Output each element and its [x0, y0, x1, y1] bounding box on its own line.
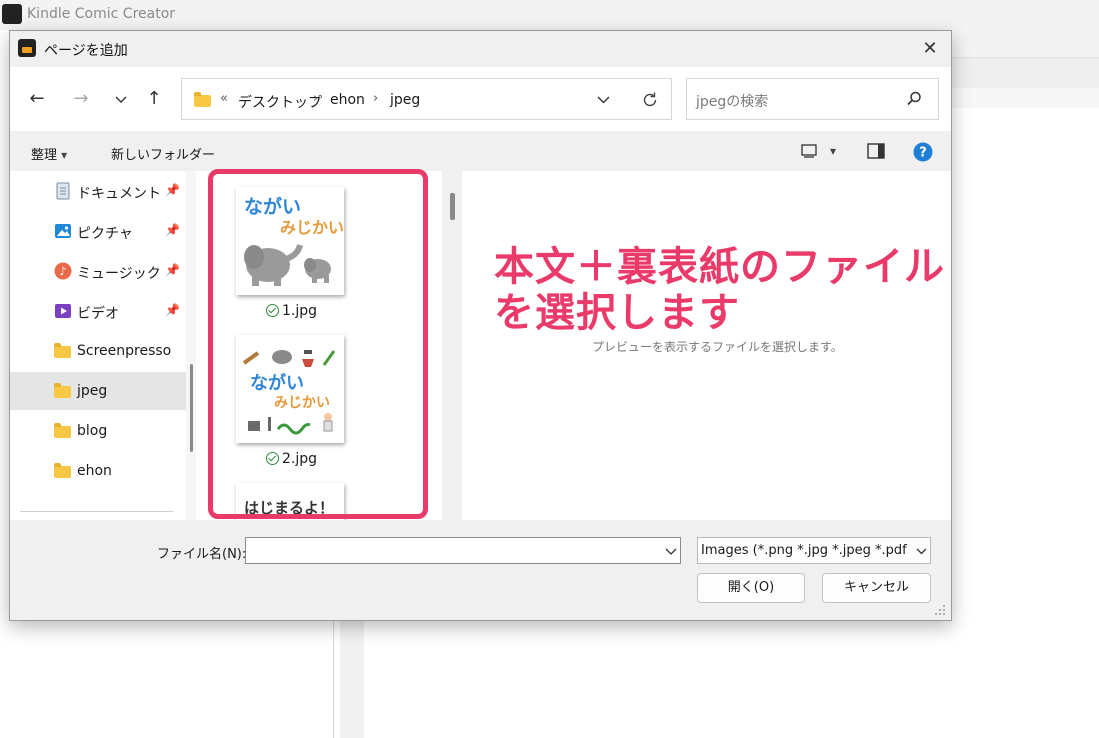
chevron-down-icon	[115, 96, 127, 103]
nav-item-pictures[interactable]: ピクチャ 📌	[10, 212, 186, 250]
pin-icon: 📌	[165, 223, 180, 237]
search-placeholder: jpegの検索	[696, 94, 769, 110]
organize-menu[interactable]: 整理 ▾	[31, 144, 67, 163]
file-name-input[interactable]	[245, 537, 681, 564]
nav-item-blog[interactable]: blog	[10, 412, 186, 450]
preview-pane: プレビューを表示するファイルを選択します。	[462, 171, 951, 520]
pin-icon: 📌	[165, 183, 180, 197]
preview-message: プレビューを表示するファイルを選択します。	[592, 340, 843, 354]
file-type-select[interactable]: Images (*.png *.jpg *.jpeg *.pdf	[697, 537, 931, 564]
navigation-pane: ドキュメント 📌 ピクチャ 📌 ♪ ミュージック 📌 ビデオ 📌 Screenp…	[10, 171, 186, 520]
nav-item-label: Screenpresso	[77, 343, 172, 359]
refresh-icon[interactable]	[641, 91, 659, 109]
view-mode-icon[interactable]	[801, 144, 817, 158]
folder-icon	[194, 92, 211, 107]
pin-icon: 📌	[165, 303, 180, 317]
annotation-line-2: を選択します	[494, 290, 740, 336]
app-menu-strip	[950, 30, 1099, 57]
pin-icon: 📌	[165, 263, 180, 277]
nav-item-ehon[interactable]: ehon	[10, 452, 186, 490]
folder-icon	[54, 423, 71, 438]
nav-item-videos[interactable]: ビデオ 📌	[10, 292, 186, 330]
nav-item-label: blog	[77, 423, 108, 439]
nav-item-label: jpeg	[77, 383, 108, 399]
nav-pane-scrollbar[interactable]	[186, 171, 196, 520]
view-options-caret-icon[interactable]: ▾	[830, 144, 836, 158]
new-folder-button[interactable]: 新しいフォルダー	[111, 144, 215, 163]
file-list-scrollbar[interactable]	[442, 171, 462, 520]
forward-button[interactable]: →	[68, 86, 94, 112]
search-box[interactable]: jpegの検索	[686, 78, 939, 120]
document-icon	[56, 182, 70, 200]
app-title-bar: Kindle Comic Creator	[0, 0, 1099, 30]
back-button[interactable]: ←	[24, 86, 50, 112]
nav-item-label: ビデオ	[77, 306, 119, 322]
scrollbar-thumb[interactable]	[190, 364, 193, 452]
search-icon[interactable]	[905, 90, 923, 108]
svg-text:?: ?	[919, 146, 927, 161]
caret-down-icon: ▾	[61, 148, 68, 162]
breadcrumb-jpeg[interactable]: jpeg	[390, 92, 420, 108]
nav-item-label: ミュージック	[77, 266, 161, 282]
app-panel-header	[950, 88, 1099, 108]
svg-text:♪: ♪	[59, 265, 66, 278]
folder-icon	[54, 383, 71, 398]
open-button[interactable]: 開く(O)	[697, 573, 805, 603]
add-page-dialog: ページを追加 ✕ ← → ↑ « デスクトップ › ehon › jpeg jp…	[9, 30, 952, 621]
folder-icon	[54, 343, 71, 358]
nav-item-documents[interactable]: ドキュメント 📌	[10, 172, 186, 210]
nav-item-jpeg[interactable]: jpeg	[10, 372, 186, 410]
chevron-down-icon[interactable]	[665, 548, 677, 556]
chevron-right-icon: ›	[373, 91, 379, 106]
organize-label: 整理	[31, 148, 58, 163]
music-icon: ♪	[54, 262, 72, 280]
file-name-field-label: ファイル名(N):	[157, 547, 247, 562]
kindle-app-icon	[2, 4, 22, 24]
nav-item-music[interactable]: ♪ ミュージック 📌	[10, 252, 186, 290]
address-bar[interactable]: « デスクトップ › ehon › jpeg	[181, 78, 672, 120]
app-title: Kindle Comic Creator	[27, 6, 176, 22]
nav-item-label: ピクチャ	[77, 226, 133, 242]
file-type-value: Images (*.png *.jpg *.jpeg *.pdf	[701, 543, 907, 558]
video-icon	[55, 304, 71, 318]
folder-icon	[54, 463, 71, 478]
chevron-right-icon: ›	[313, 91, 319, 106]
app-side-panel	[340, 620, 364, 738]
dialog-title: ページを追加	[44, 43, 128, 59]
chevron-down-icon	[916, 548, 927, 555]
nav-item-label: ehon	[77, 463, 112, 479]
help-icon[interactable]: ?	[913, 142, 933, 162]
resize-grip-icon[interactable]	[934, 604, 946, 616]
overflow-crumbs[interactable]: «	[220, 91, 228, 106]
kindle-app-icon	[18, 39, 36, 57]
dialog-title-bar: ページを追加 ✕	[10, 31, 951, 67]
nav-item-screenpresso[interactable]: Screenpresso	[10, 332, 186, 370]
scrollbar-thumb[interactable]	[450, 193, 455, 220]
app-divider	[333, 620, 334, 738]
selection-highlight-box	[208, 169, 428, 519]
breadcrumb-desktop[interactable]: デスクトップ	[238, 92, 322, 112]
dialog-footer	[10, 520, 951, 620]
nav-item-label: ドキュメント	[77, 186, 161, 202]
preview-pane-icon[interactable]	[867, 143, 885, 159]
cancel-button[interactable]: キャンセル	[822, 573, 931, 603]
close-button[interactable]: ✕	[918, 37, 942, 61]
chevron-down-icon[interactable]	[597, 96, 610, 104]
pictures-icon	[55, 224, 71, 238]
recent-locations-button[interactable]	[108, 86, 134, 112]
breadcrumb-ehon[interactable]: ehon	[330, 92, 365, 108]
app-toolbar-strip	[950, 57, 1099, 89]
up-button[interactable]: ↑	[141, 86, 167, 112]
nav-divider	[20, 511, 173, 512]
